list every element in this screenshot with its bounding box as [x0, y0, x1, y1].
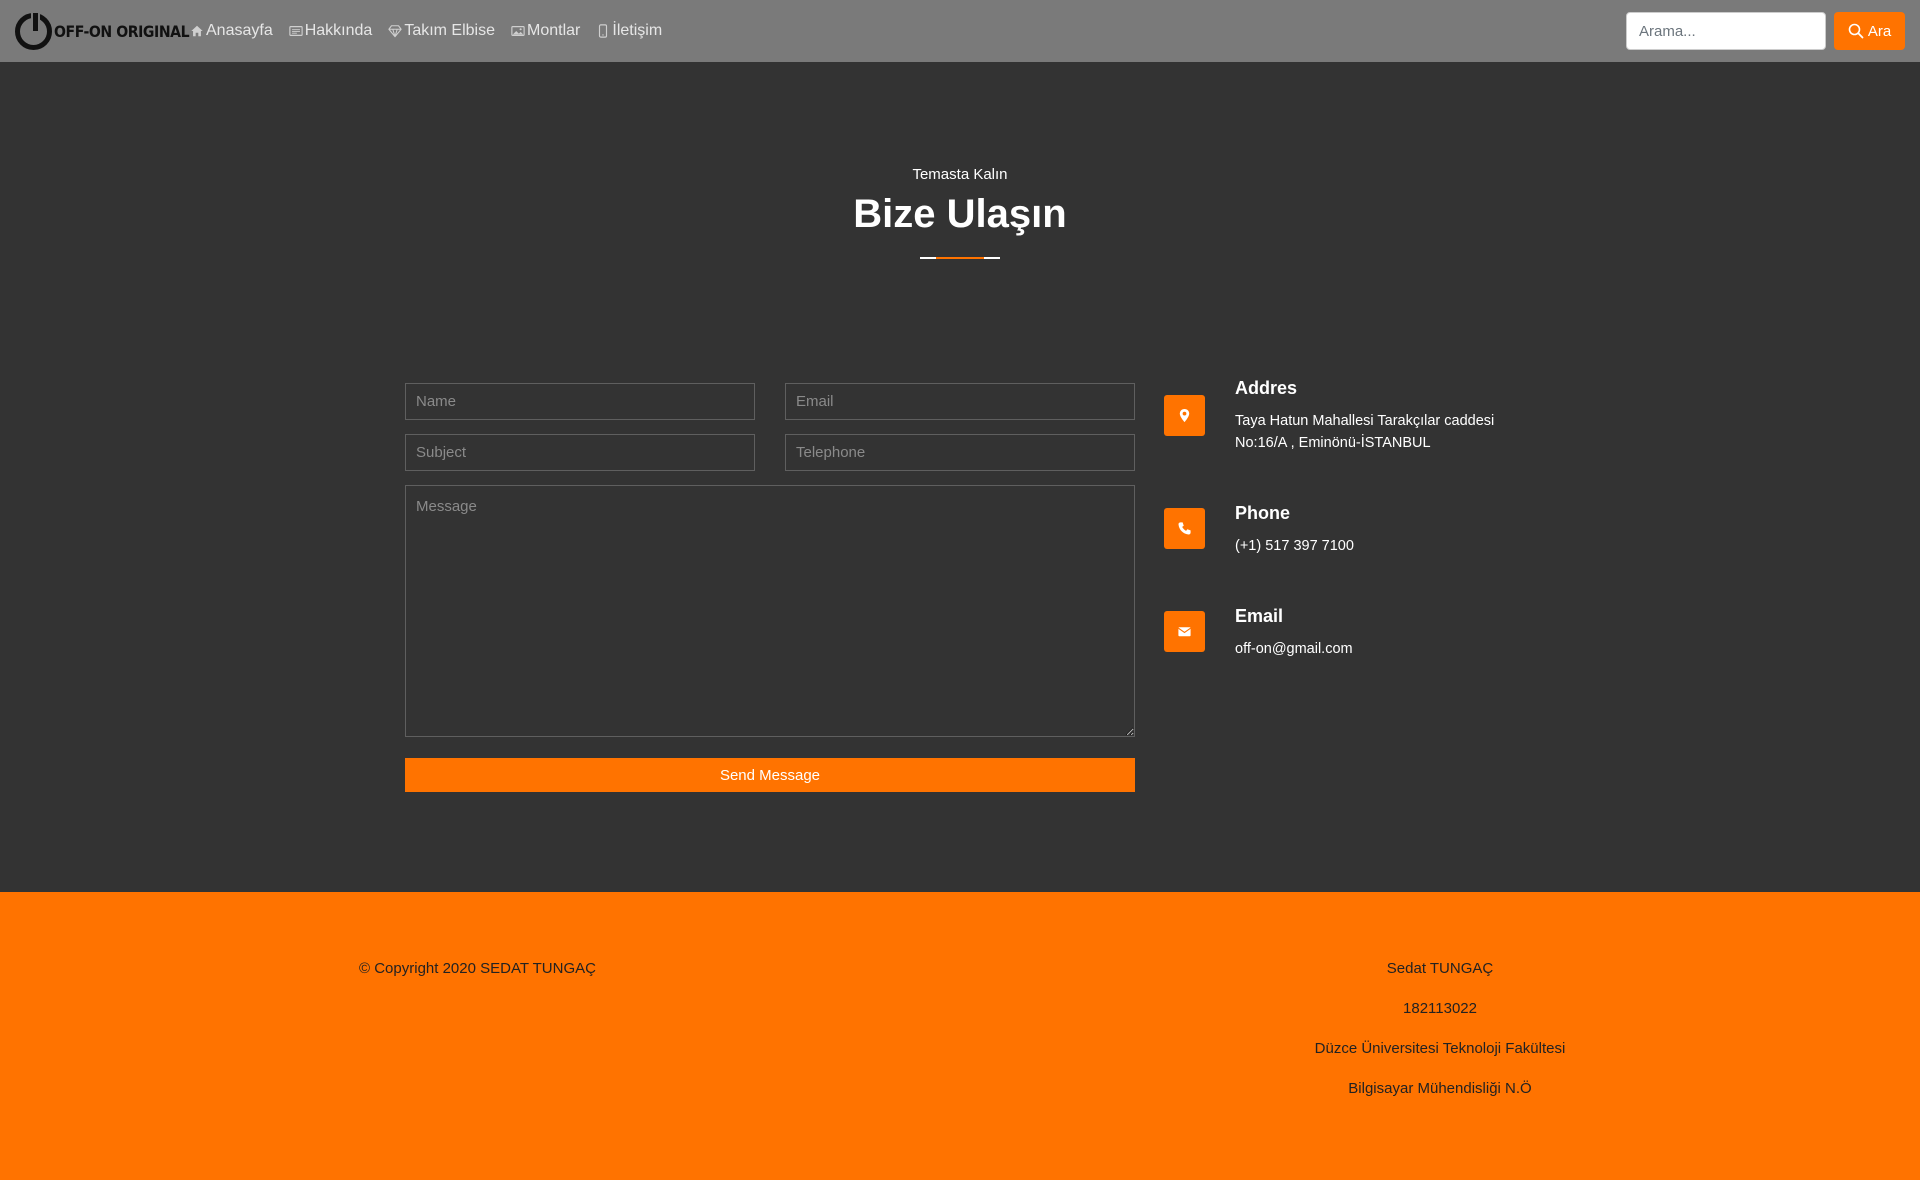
address-line-2: No:16/A , Eminönü-İSTANBUL — [1235, 435, 1431, 451]
phone-icon — [599, 24, 608, 38]
nav-item-iletisim[interactable]: İletişim — [596, 22, 662, 40]
home-icon — [191, 25, 203, 37]
send-message-button[interactable]: Send Message — [405, 758, 1135, 792]
card-text-icon — [289, 26, 303, 36]
subject-field[interactable] — [405, 434, 755, 471]
author-name: Sedat TUNGAÇ — [1386, 960, 1494, 977]
brand-text: OFF-ON ORIGINAL — [54, 22, 190, 41]
phone-handset-icon — [1178, 522, 1191, 535]
power-icon — [15, 11, 52, 50]
email-field[interactable] — [785, 383, 1135, 420]
department: Bilgisayar Mühendisliği N.Ö — [1348, 1080, 1532, 1097]
email-icon-box — [1164, 611, 1205, 652]
nav-item-montlar[interactable]: Montlar — [511, 22, 580, 40]
footer-author-info: Sedat TUNGAÇ 182113022 Düzce Üniversites… — [1240, 960, 1640, 1120]
nav-label: İletişim — [612, 22, 663, 39]
title-divider-accent — [936, 257, 984, 259]
image-icon — [511, 26, 525, 36]
address-line-1: Taya Hatun Mahallesi Tarakçılar caddesi — [1235, 413, 1495, 429]
student-number: 182113022 — [1403, 1000, 1477, 1017]
search-button[interactable]: Ara — [1834, 12, 1905, 50]
search-button-label: Ara — [1867, 22, 1892, 40]
nav-label: Hakkında — [304, 22, 373, 39]
footer: © Copyright 2020 SEDAT TUNGAÇ Sedat TUNG… — [0, 892, 1920, 1180]
email-value: off-on@gmail.com — [1235, 641, 1353, 657]
search-icon — [1848, 23, 1864, 39]
map-marker-icon — [1179, 408, 1190, 423]
nav-item-takim-elbise[interactable]: Takım Elbise — [388, 22, 495, 40]
phone-icon-box — [1164, 508, 1205, 549]
search-input[interactable] — [1626, 12, 1826, 50]
navbar: OFF-ON ORIGINAL Anasayfa Hakkında Takım … — [0, 0, 1920, 62]
phone-value: (+1) 517 397 7100 — [1235, 538, 1354, 554]
nav-label: Anasayfa — [206, 22, 273, 39]
nav-item-hakkinda[interactable]: Hakkında — [289, 22, 373, 40]
email-title: Email — [1235, 606, 1284, 626]
page-title: Bize Ulaşın — [853, 192, 1067, 236]
main-nav: Anasayfa Hakkında Takım Elbise Montlar İ… — [190, 0, 678, 62]
envelope-icon — [1178, 627, 1191, 637]
section-subheading: Temasta Kalın — [912, 166, 1008, 183]
message-field[interactable] — [405, 485, 1135, 737]
name-field[interactable] — [405, 383, 755, 420]
university: Düzce Üniversitesi Teknoloji Fakültesi — [1314, 1040, 1566, 1057]
telephone-field[interactable] — [785, 434, 1135, 471]
phone-title: Phone — [1235, 503, 1291, 523]
brand-logo-link[interactable]: OFF-ON ORIGINAL — [15, 11, 208, 50]
address-icon-box — [1164, 395, 1205, 436]
nav-label: Takım Elbise — [404, 22, 496, 39]
nav-label: Montlar — [527, 22, 581, 39]
copyright-text: © Copyright 2020 SEDAT TUNGAÇ — [359, 960, 596, 977]
nav-item-anasayfa[interactable]: Anasayfa — [190, 22, 273, 40]
gem-icon — [388, 25, 402, 38]
address-title: Addres — [1235, 378, 1298, 398]
